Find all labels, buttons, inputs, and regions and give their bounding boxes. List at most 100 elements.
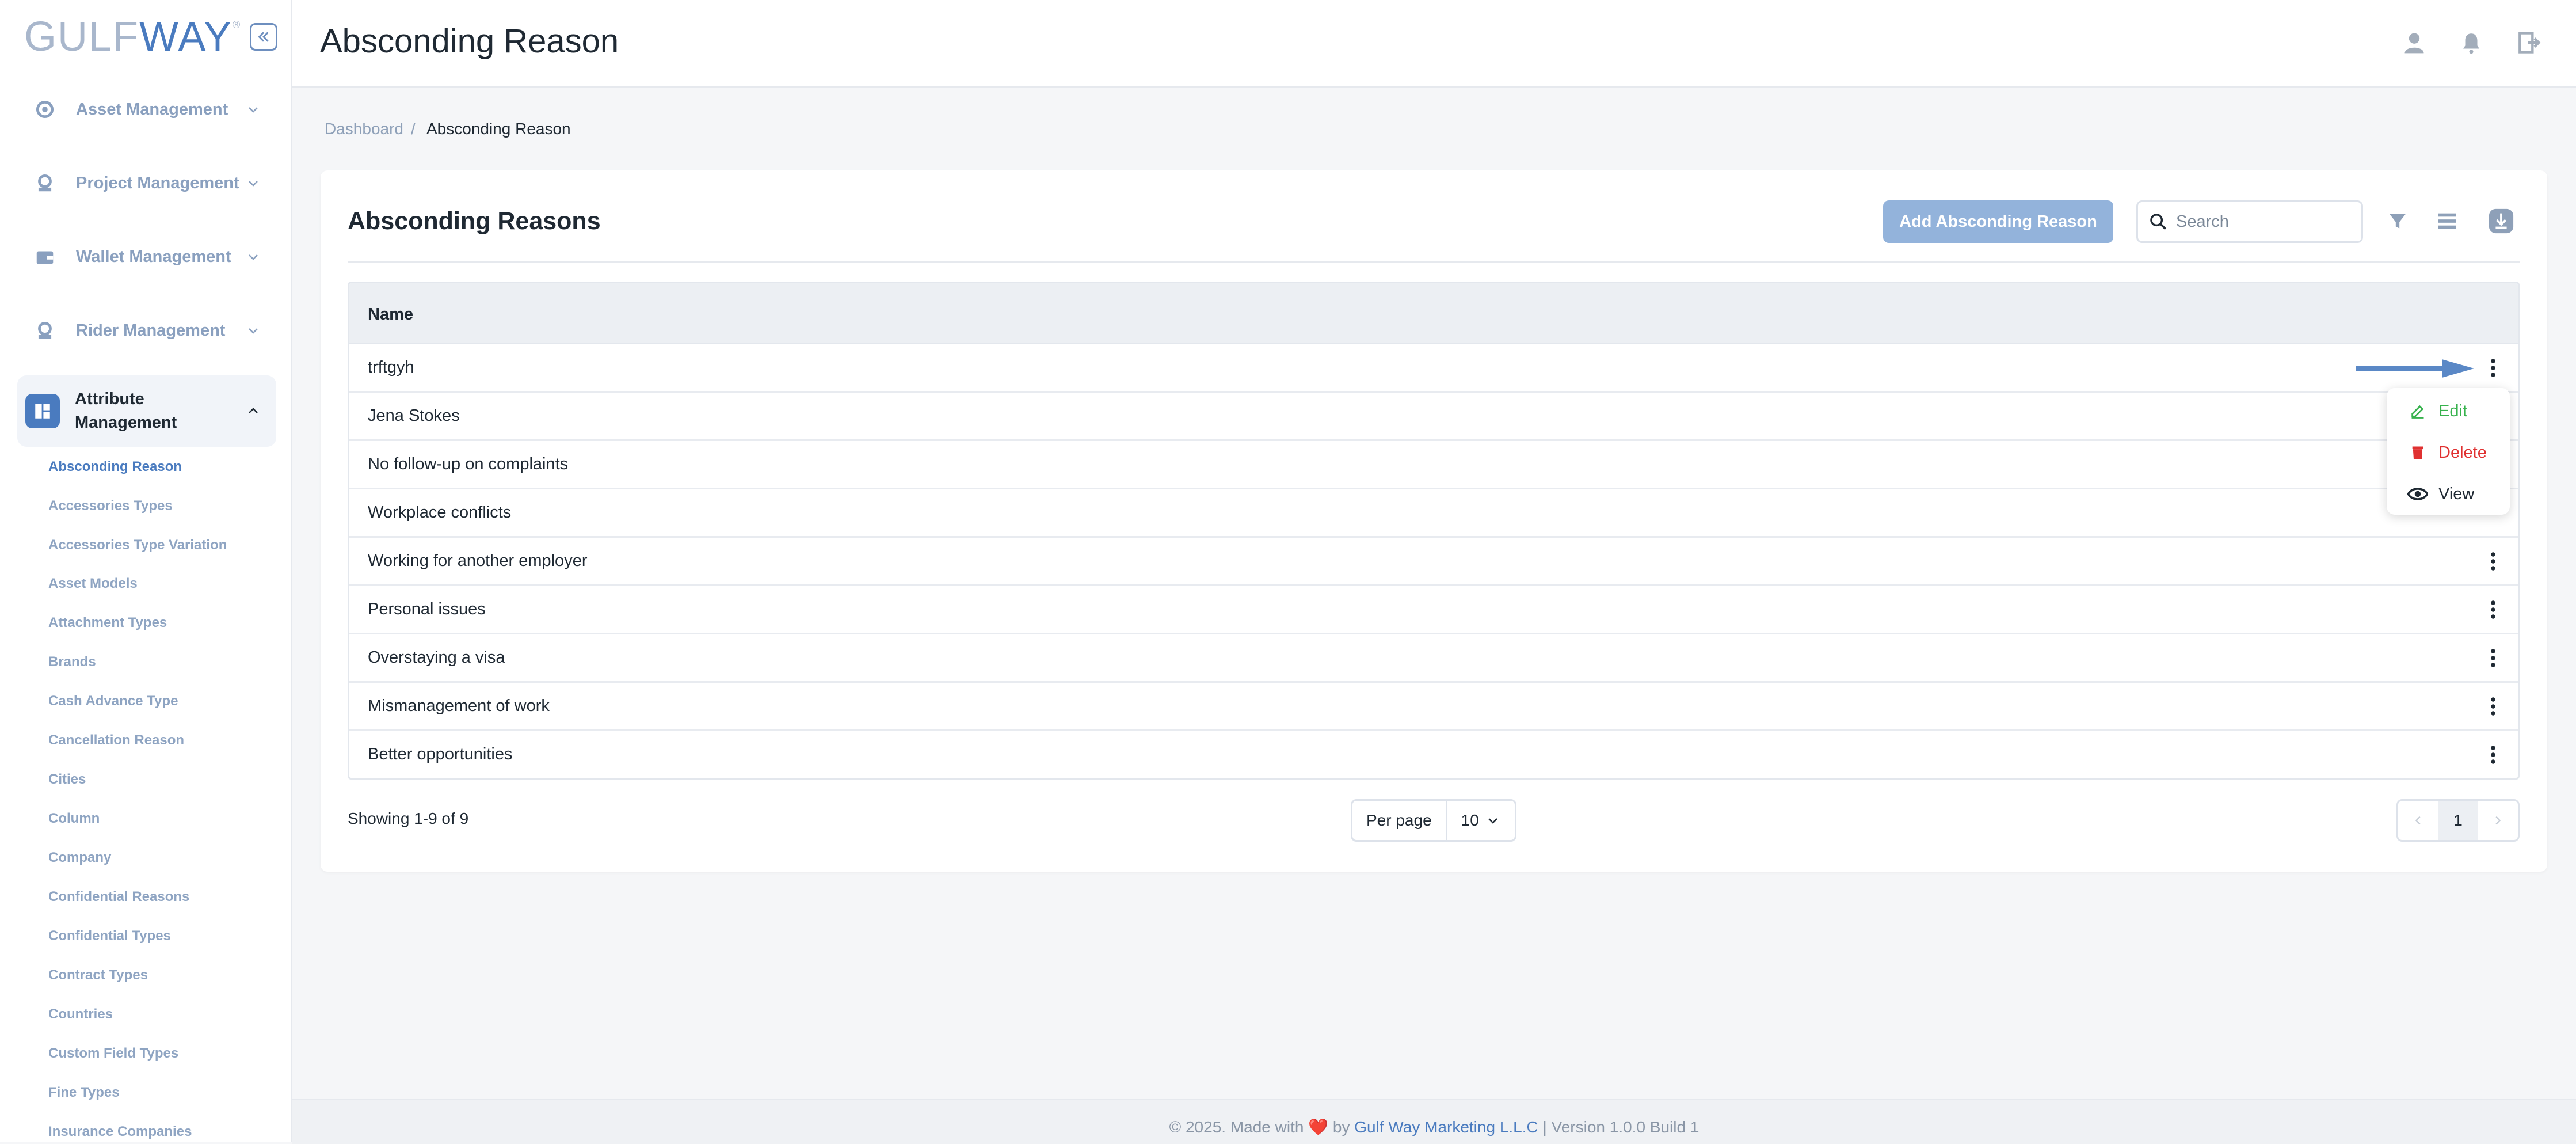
content-card: Absconding Reasons Add Absconding Reason… — [321, 170, 2547, 872]
filter-icon[interactable] — [2380, 204, 2415, 238]
breadcrumb-home[interactable]: Dashboard — [325, 120, 403, 138]
table-row: Overstaying a visa — [349, 634, 2518, 683]
table-row: Jena Stokes — [349, 393, 2518, 441]
sub-item[interactable]: Cash Advance Type — [48, 693, 178, 709]
asset-icon — [29, 93, 61, 126]
row-actions-menu-button[interactable] — [2479, 595, 2508, 624]
wallet-icon — [29, 241, 61, 273]
page-title: Absconding Reason — [320, 22, 619, 60]
row-actions-menu-button[interactable] — [2479, 644, 2508, 672]
menu-item-delete[interactable]: Delete — [2387, 432, 2510, 473]
sub-item[interactable]: Countries — [48, 1006, 113, 1023]
menu-item-label: Delete — [2438, 443, 2487, 462]
sub-item[interactable]: Confidential Types — [48, 928, 171, 944]
collapse-sidebar-button[interactable] — [250, 23, 277, 51]
logo-trademark: ® — [233, 19, 242, 31]
brand-logo[interactable]: GULFWAY® — [24, 16, 241, 58]
sidebar-item-label: Asset Management — [76, 100, 228, 119]
row-actions-menu-button[interactable] — [2479, 354, 2508, 382]
footer-company-link[interactable]: Gulf Way Marketing L.L.C — [1354, 1118, 1538, 1136]
row-actions-menu-button[interactable] — [2479, 547, 2508, 576]
sidebar: GULFWAY® Asset Management Project Manage… — [0, 0, 292, 1142]
per-page-select[interactable]: Per page 10 — [1351, 799, 1516, 842]
sub-item[interactable]: Company — [48, 850, 111, 866]
menu-item-label: View — [2438, 484, 2475, 503]
table-row: Mismanagement of work — [349, 683, 2518, 731]
add-absconding-reason-button[interactable]: Add Absconding Reason — [1883, 200, 2113, 243]
breadcrumb-current: Absconding Reason — [426, 120, 571, 138]
footer-by: by — [1332, 1118, 1350, 1136]
column-list-icon[interactable] — [2430, 204, 2464, 238]
kebab-icon — [2491, 600, 2495, 619]
sub-item[interactable]: Contract Types — [48, 967, 148, 983]
menu-item-view[interactable]: View — [2387, 473, 2510, 515]
heart-icon: ❤️ — [1308, 1118, 1329, 1136]
table-row: Workplace conflicts — [349, 489, 2518, 538]
sub-item[interactable]: Insurance Companies — [48, 1124, 192, 1140]
row-name: Personal issues — [368, 600, 486, 618]
sidebar-item-project-management[interactable]: Project Management — [17, 154, 276, 212]
sub-item[interactable]: Brands — [48, 654, 96, 670]
pagination: 1 — [2396, 799, 2520, 842]
table-row: Better opportunities — [349, 731, 2518, 778]
row-actions-dropdown: Edit Delete View — [2387, 388, 2510, 515]
menu-item-label: Edit — [2438, 401, 2467, 420]
chevron-left-icon — [2415, 816, 2421, 825]
top-header: Absconding Reason — [292, 0, 2576, 88]
sub-item[interactable]: Accessories Type Variation — [48, 537, 227, 553]
user-icon[interactable] — [2397, 25, 2432, 60]
row-name: Working for another employer — [368, 552, 588, 570]
sub-item[interactable]: Asset Models — [48, 576, 138, 592]
table-header: Name — [349, 283, 2518, 344]
row-name: Overstaying a visa — [368, 648, 505, 667]
sub-item[interactable]: Fine Types — [48, 1085, 120, 1101]
row-name: trftgyh — [368, 358, 414, 377]
double-chevron-left-icon — [258, 32, 269, 42]
menu-item-edit[interactable]: Edit — [2387, 390, 2510, 432]
sidebar-item-label: Rider Management — [76, 321, 226, 340]
footer-prefix: © 2025. Made with — [1169, 1118, 1304, 1136]
arrow-pointer-icon — [2356, 359, 2474, 378]
chevron-down-icon — [1488, 818, 1497, 824]
sub-item[interactable]: Accessories Types — [48, 498, 173, 514]
kebab-icon — [2491, 552, 2495, 571]
prev-page-button[interactable] — [2398, 801, 2438, 840]
kebab-icon — [2491, 359, 2495, 377]
table-row: Personal issues — [349, 586, 2518, 634]
row-actions-menu-button[interactable] — [2479, 692, 2508, 721]
sidebar-item-asset-management[interactable]: Asset Management — [17, 81, 276, 138]
logout-icon[interactable] — [2511, 25, 2545, 60]
row-name: Better opportunities — [368, 745, 513, 763]
chevron-down-icon — [242, 172, 265, 195]
sidebar-item-rider-management[interactable]: Rider Management — [17, 302, 276, 359]
row-actions-menu-button[interactable] — [2479, 740, 2508, 769]
sub-item[interactable]: Custom Field Types — [48, 1046, 178, 1062]
search-input[interactable] — [2175, 211, 2350, 232]
sidebar-item-wallet-management[interactable]: Wallet Management — [17, 228, 276, 286]
row-name: Workplace conflicts — [368, 503, 512, 522]
trash-icon — [2406, 441, 2429, 464]
sub-item[interactable]: Attachment Types — [48, 615, 167, 631]
per-page-value: 10 — [1461, 811, 1479, 829]
breadcrumb-separator: / — [411, 120, 416, 138]
rider-icon — [29, 314, 61, 347]
sub-item[interactable]: Cities — [48, 771, 86, 788]
reasons-table: Name trftgyh Jena Stokes No follow-up on… — [348, 282, 2520, 780]
bell-icon[interactable] — [2454, 25, 2489, 60]
kebab-icon — [2491, 746, 2495, 764]
download-icon[interactable] — [2484, 204, 2518, 238]
per-page-label: Per page — [1366, 811, 1432, 829]
chevron-down-icon — [242, 319, 265, 342]
footer-version: | Version 1.0.0 Build 1 — [1542, 1118, 1699, 1136]
sidebar-item-attribute-management[interactable]: Attribute Management — [17, 375, 276, 447]
sub-item-absconding-reason[interactable]: Absconding Reason — [48, 459, 182, 475]
next-page-button[interactable] — [2478, 801, 2518, 840]
sub-item[interactable]: Cancellation Reason — [48, 732, 184, 748]
sub-item[interactable]: Confidential Reasons — [48, 889, 189, 905]
page-footer: © 2025. Made with ❤️ by Gulf Way Marketi… — [292, 1099, 2576, 1144]
sub-item[interactable]: Column — [48, 811, 100, 827]
kebab-icon — [2491, 697, 2495, 716]
chevron-down-icon — [242, 245, 265, 268]
table-row: Working for another employer — [349, 538, 2518, 586]
page-button-current[interactable]: 1 — [2438, 801, 2478, 840]
